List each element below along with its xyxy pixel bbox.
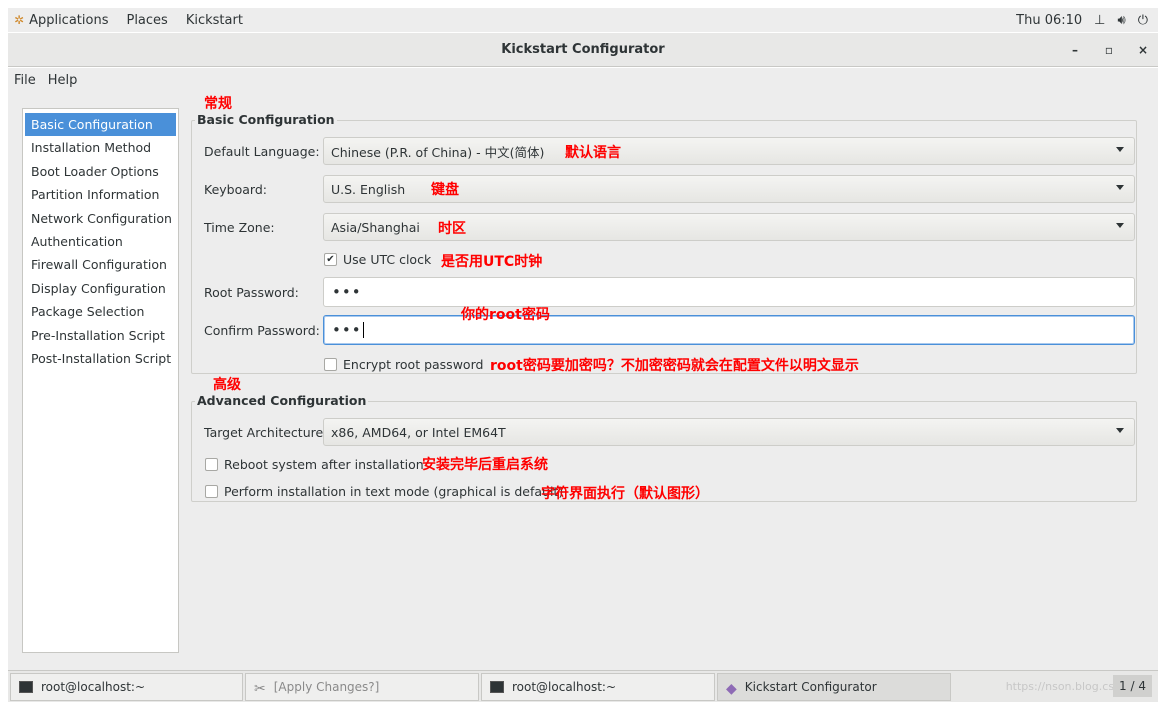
window-title: Kickstart Configurator: [501, 42, 665, 57]
power-icon[interactable]: ⏻: [1138, 13, 1148, 28]
watermark: https://nson.blog.csdn: [1005, 680, 1128, 693]
top-panel: ✲ Applications Places Kickstart Thu 06:1…: [8, 8, 1158, 32]
annotation-keyboard: 键盘: [431, 182, 459, 198]
sidebar-item-firewall-configuration[interactable]: Firewall Configuration: [23, 253, 178, 276]
reboot-after-install-checkbox[interactable]: Reboot system after installation: [205, 457, 424, 472]
places-menu[interactable]: Places: [117, 8, 176, 32]
annotation-basic-heading: 常规: [204, 96, 232, 112]
sidebar-item-package-selection[interactable]: Package Selection: [23, 300, 178, 323]
text-mode-install-label: Perform installation in text mode (graph…: [224, 484, 564, 499]
applications-label: Applications: [29, 12, 109, 28]
reboot-after-install-label: Reboot system after installation: [224, 457, 424, 472]
sidebar-item-display-configuration[interactable]: Display Configuration: [23, 277, 178, 300]
checkbox-box: [205, 485, 218, 498]
kickstart-app-menu[interactable]: Kickstart: [177, 8, 252, 32]
annotation-language: 默认语言: [565, 145, 621, 161]
task-apply-changes[interactable]: ✂ [Apply Changes?]: [245, 672, 479, 701]
annotation-root-password: 你的root密码: [461, 307, 550, 323]
default-language-combo[interactable]: Chinese (P.R. of China) - 中文(简体): [323, 137, 1135, 165]
window-body: Basic Configuration Installation Method …: [8, 92, 1158, 670]
sidebar-item-post-installation-script[interactable]: Post-Installation Script: [23, 347, 178, 370]
annotation-textmode: 字符界面执行（默认图形）: [541, 486, 709, 502]
encrypt-root-password-label: Encrypt root password: [343, 357, 484, 372]
applications-icon: ✲: [14, 13, 25, 27]
kickstart-icon: ◆: [726, 680, 737, 697]
sidebar-item-boot-loader-options[interactable]: Boot Loader Options: [23, 160, 178, 183]
chevron-down-icon: [1116, 223, 1124, 228]
advanced-configuration-legend: Advanced Configuration: [195, 393, 369, 408]
menubar: File Help: [8, 68, 1158, 92]
chevron-down-icon: [1116, 428, 1124, 433]
task-label: [Apply Changes?]: [273, 679, 380, 694]
annotation-advanced-heading: 高级: [213, 377, 241, 393]
default-language-value: Chinese (P.R. of China) - 中文(简体): [331, 144, 545, 160]
workspace-pager[interactable]: 1 / 4: [1113, 675, 1152, 697]
task-terminal-1[interactable]: root@localhost:~: [10, 672, 243, 701]
target-architecture-value: x86, AMD64, or Intel EM64T: [331, 424, 506, 440]
task-label: root@localhost:~: [512, 679, 617, 694]
terminal-icon: [490, 680, 504, 693]
menu-file[interactable]: File: [8, 73, 42, 88]
network-icon[interactable]: ⊥: [1094, 13, 1105, 28]
text-mode-install-checkbox[interactable]: Perform installation in text mode (graph…: [205, 484, 563, 499]
time-zone-label: Time Zone:: [204, 220, 275, 235]
use-utc-checkbox[interactable]: ✔ Use UTC clock: [324, 252, 431, 267]
terminal-icon: [19, 680, 33, 693]
chevron-down-icon: [1116, 185, 1124, 190]
applications-menu[interactable]: ✲ Applications: [8, 8, 117, 32]
confirm-password-label: Confirm Password:: [204, 323, 320, 338]
keyboard-value: U.S. English: [331, 181, 406, 197]
root-password-field[interactable]: •••: [323, 277, 1135, 307]
section-list: Basic Configuration Installation Method …: [22, 108, 179, 653]
target-architecture-label: Target Architecture:: [204, 425, 328, 440]
taskbar: root@localhost:~ ✂ [Apply Changes?] root…: [8, 670, 1158, 702]
clock[interactable]: Thu 06:10: [1016, 13, 1082, 28]
annotation-timezone: 时区: [438, 221, 466, 237]
sidebar-item-pre-installation-script[interactable]: Pre-Installation Script: [23, 324, 178, 347]
task-terminal-2[interactable]: root@localhost:~: [481, 672, 715, 701]
use-utc-label: Use UTC clock: [343, 252, 432, 267]
checkbox-box: [205, 458, 218, 471]
sidebar-item-partition-information[interactable]: Partition Information: [23, 183, 178, 206]
sidebar-item-authentication[interactable]: Authentication: [23, 230, 178, 253]
annotation-reboot: 安装完毕后重启系统: [422, 457, 548, 473]
minimize-button[interactable]: –: [1068, 43, 1082, 57]
sidebar-item-network-configuration[interactable]: Network Configuration: [23, 207, 178, 230]
checkbox-box: [324, 358, 337, 371]
close-button[interactable]: ×: [1136, 43, 1150, 57]
text-caret: [362, 322, 364, 338]
chevron-down-icon: [1116, 147, 1124, 152]
sidebar-item-installation-method[interactable]: Installation Method: [23, 136, 178, 159]
encrypt-root-password-checkbox[interactable]: Encrypt root password: [324, 357, 483, 372]
target-architecture-combo[interactable]: x86, AMD64, or Intel EM64T: [323, 418, 1135, 446]
annotation-utc: 是否用UTC时钟: [441, 254, 543, 270]
sidebar-item-basic-configuration[interactable]: Basic Configuration: [25, 113, 176, 137]
default-language-label: Default Language:: [204, 144, 320, 159]
time-zone-value: Asia/Shanghai: [331, 219, 420, 235]
keyboard-label: Keyboard:: [204, 182, 267, 197]
tools-icon: ✂: [254, 680, 266, 697]
task-label: root@localhost:~: [41, 679, 146, 694]
confirm-password-field[interactable]: •••: [323, 315, 1135, 345]
task-label: Kickstart Configurator: [744, 679, 877, 694]
task-kickstart-configurator[interactable]: ◆ Kickstart Configurator: [717, 672, 951, 701]
basic-configuration-frame: Basic Configuration Default Language: Ch…: [191, 112, 1137, 374]
window-titlebar[interactable]: Kickstart Configurator – ▫ ×: [8, 33, 1158, 67]
annotation-encrypt: root密码要加密吗？不加密密码就会在配置文件以明文显示: [490, 358, 859, 374]
checkmark-icon: ✔: [324, 253, 337, 266]
volume-icon[interactable]: 🔊︎: [1118, 13, 1126, 28]
menu-help[interactable]: Help: [42, 73, 84, 88]
root-password-value: •••: [332, 283, 362, 301]
confirm-password-value: •••: [332, 321, 362, 339]
basic-configuration-legend: Basic Configuration: [195, 112, 337, 127]
maximize-button[interactable]: ▫: [1102, 43, 1116, 57]
root-password-label: Root Password:: [204, 285, 299, 300]
